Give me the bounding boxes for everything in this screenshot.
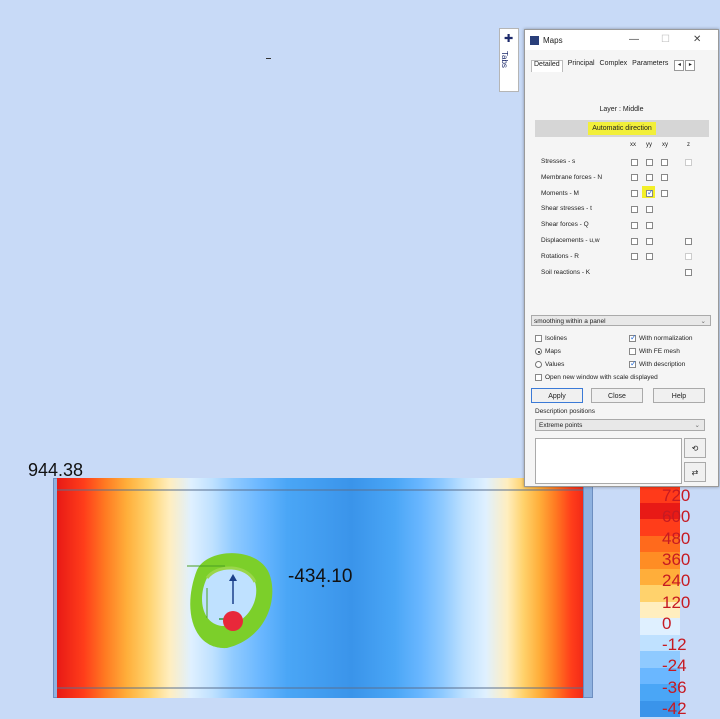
smoothing-select[interactable]: smoothing within a panel ⌄ [531, 315, 711, 326]
contour-plate[interactable] [57, 478, 593, 698]
result-checkbox-yy[interactable] [646, 174, 653, 182]
result-checkbox-xx[interactable] [631, 221, 638, 229]
smoothing-value: smoothing within a panel [534, 318, 606, 325]
open-new-window-checkbox[interactable] [535, 374, 542, 381]
result-checkbox-yy[interactable] [646, 253, 653, 261]
description-text-area[interactable] [535, 438, 682, 484]
legend-tick-label: 480 [662, 528, 691, 548]
legend-tick-label: -24 [662, 656, 687, 676]
tab-scroll-right-icon[interactable]: ▸ [685, 60, 696, 71]
open-new-window-label: Open new window with scale displayed [545, 374, 658, 381]
legend-tick-label: 720 [662, 486, 691, 505]
result-row-label: Rotations - R [541, 252, 579, 260]
result-checkbox-z[interactable] [685, 237, 692, 245]
result-checkbox-z[interactable] [685, 269, 692, 277]
plate-right-support [583, 478, 593, 698]
with-description-checkbox[interactable] [629, 359, 637, 368]
tab-bar: Detailed Principal Complex Parameters ◂ … [531, 60, 714, 72]
result-row-label: Soil reactions - K [541, 268, 591, 276]
column-header-xy: xy [662, 142, 668, 148]
automatic-direction-label: Automatic direction [588, 122, 656, 135]
close-icon[interactable]: ✕ [693, 34, 701, 45]
result-checkbox-z[interactable] [685, 158, 692, 166]
maximize-icon[interactable]: ☐ [661, 34, 670, 45]
chevron-down-icon: ⌄ [700, 318, 706, 325]
description-positions-select[interactable]: Extreme points ⌄ [535, 419, 705, 431]
result-checkbox-yy[interactable] [646, 237, 653, 245]
isolines-label: Isolines [545, 335, 568, 342]
isolines-radio-box[interactable] [535, 335, 542, 342]
help-button[interactable]: Help [653, 388, 705, 403]
result-row-label: Moments - M [541, 189, 579, 197]
result-checkbox-xx[interactable] [631, 158, 638, 166]
apply-button[interactable]: Apply [531, 388, 583, 403]
result-row-label: Shear forces - Q [541, 221, 589, 229]
legend-tick-label: -42 [662, 699, 687, 718]
with-normalization-checkbox[interactable] [629, 333, 637, 342]
legend-swatch [640, 618, 680, 635]
layer-label: Layer : Middle [599, 106, 644, 113]
result-checkbox-xx[interactable] [631, 205, 638, 213]
legend-tick-label: 120 [662, 592, 691, 612]
contour-map [57, 478, 593, 698]
column-header-z: z [687, 142, 690, 148]
maps-window[interactable]: Maps — ☐ ✕ Detailed Principal Complex Pa… [524, 29, 719, 487]
column-header-xx: xx [630, 142, 636, 148]
legend-tick-label: 360 [662, 549, 691, 569]
with-normalization-label: With normalization [639, 335, 693, 342]
tab-principal[interactable]: Principal [568, 60, 595, 72]
result-row-label: Shear stresses - t [541, 205, 592, 213]
chevron-down-icon: ⌄ [694, 422, 700, 429]
tabs-side-panel[interactable]: ✚ Tabs [499, 28, 519, 92]
maps-radio[interactable] [535, 348, 542, 355]
tab-detailed[interactable]: Detailed [531, 60, 563, 72]
with-fe-mesh-checkbox[interactable] [629, 348, 636, 355]
result-checkbox-xx[interactable] [631, 237, 638, 245]
result-checkbox-yy[interactable] [646, 221, 653, 229]
automatic-direction-button[interactable]: Automatic direction [535, 120, 709, 137]
result-checkbox-xx[interactable] [631, 174, 638, 182]
maps-label: Maps [545, 348, 561, 355]
point-marker [223, 611, 243, 631]
description-positions-value: Extreme points [539, 422, 583, 429]
result-checkbox-xx[interactable] [631, 253, 638, 261]
result-checkbox-xy[interactable] [661, 158, 668, 166]
window-titlebar[interactable]: Maps — ☐ ✕ [525, 30, 718, 50]
column-header-yy: yy [646, 142, 652, 148]
result-checkbox-yy[interactable] [646, 205, 653, 213]
swap-icon[interactable]: ⇄ [684, 462, 706, 482]
result-row-label: Stresses - s [541, 158, 576, 165]
description-positions-label: Description positions [535, 408, 595, 415]
minimize-icon[interactable]: — [629, 34, 639, 45]
result-row-label: Displacements - u,w [541, 237, 600, 244]
result-checkbox-z[interactable] [685, 253, 692, 261]
tabs-label: Tabs [500, 51, 509, 68]
pin-icon[interactable]: ✚ [504, 32, 513, 45]
result-checkbox-xy[interactable] [661, 190, 668, 198]
legend-tick-label: 600 [662, 507, 691, 527]
values-radio[interactable] [535, 361, 542, 368]
close-button[interactable]: Close [591, 388, 643, 403]
result-checkbox-xy[interactable] [661, 174, 668, 182]
values-label: Values [545, 361, 565, 368]
result-checkbox-yy[interactable] [646, 188, 654, 198]
with-fe-mesh-label: With FE mesh [639, 348, 680, 355]
result-checkbox-yy[interactable] [646, 158, 653, 166]
view-cursor-mark [266, 58, 271, 59]
maps-window-icon [530, 35, 539, 45]
legend-tick-label: 240 [662, 571, 691, 591]
legend-tick-label: -36 [662, 677, 687, 697]
tab-complex[interactable]: Complex [600, 60, 628, 72]
result-checkbox-xx[interactable] [631, 190, 638, 198]
window-title: Maps [543, 35, 563, 45]
result-row-label: Membrane forces - N [541, 173, 603, 181]
min-value-label: -434.10 [288, 566, 353, 587]
refresh-icon[interactable]: ⟲ [684, 438, 706, 458]
legend-tick-label: 0 [662, 613, 672, 633]
tab-scroll-left-icon[interactable]: ◂ [674, 60, 685, 71]
with-description-label: With description [639, 361, 686, 368]
tab-parameters[interactable]: Parameters [632, 60, 668, 72]
legend-tick-label: -12 [662, 635, 687, 655]
